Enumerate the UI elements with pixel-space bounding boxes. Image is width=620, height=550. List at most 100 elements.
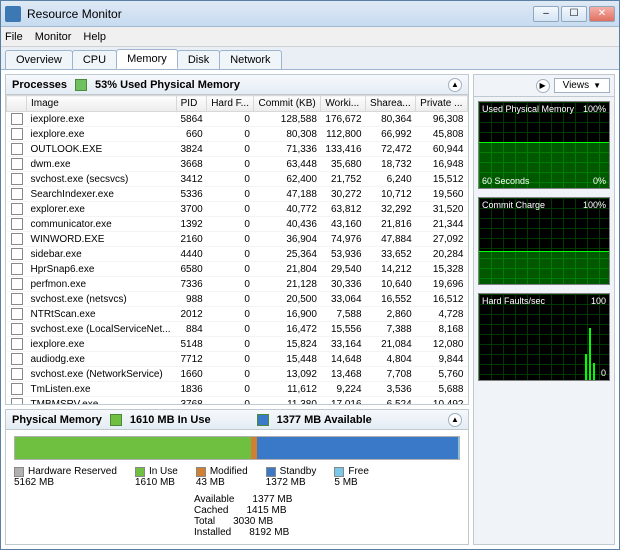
table-row[interactable]: svchost.exe (secsvcs)3412062,40021,7526,… (7, 172, 468, 187)
physmem-header[interactable]: Physical Memory 1610 MB In Use 1377 MB A… (6, 410, 468, 430)
app-icon (5, 6, 21, 22)
cell-private: 27,092 (416, 232, 468, 247)
col-image[interactable]: Image (27, 96, 177, 112)
cell-working: 21,752 (321, 172, 366, 187)
cell-image: HprSnap6.exe (27, 262, 177, 277)
row-checkbox[interactable] (7, 127, 27, 142)
row-checkbox[interactable] (7, 262, 27, 277)
menubar: File Monitor Help (1, 27, 619, 47)
table-row[interactable]: iexplore.exe58640128,588176,67280,36496,… (7, 112, 468, 127)
col-commit[interactable]: Commit (KB) (254, 96, 321, 112)
cell-image: iexplore.exe (27, 127, 177, 142)
cell-private: 8,168 (416, 322, 468, 337)
minimize-button[interactable]: – (533, 6, 559, 22)
cell-image: explorer.exe (27, 202, 177, 217)
cell-sharea: 6,524 (366, 397, 416, 405)
row-checkbox[interactable] (7, 397, 27, 405)
row-checkbox[interactable] (7, 292, 27, 307)
tab-network[interactable]: Network (219, 50, 281, 69)
table-row[interactable]: TMBMSRV.exe3768011,38017,0166,52410,492 (7, 397, 468, 405)
tab-cpu[interactable]: CPU (72, 50, 117, 69)
row-checkbox[interactable] (7, 172, 27, 187)
row-checkbox[interactable] (7, 382, 27, 397)
row-checkbox[interactable] (7, 112, 27, 127)
col-working[interactable]: Worki... (321, 96, 366, 112)
collapse-icon[interactable]: ▲ (448, 78, 462, 92)
maximize-button[interactable]: ☐ (561, 6, 587, 22)
inuse-meter-icon (110, 414, 122, 426)
row-checkbox[interactable] (7, 337, 27, 352)
row-checkbox[interactable] (7, 217, 27, 232)
stat-installed-l: Installed (194, 527, 231, 538)
cell-sharea: 21,084 (366, 337, 416, 352)
col-sharea[interactable]: Sharea... (366, 96, 416, 112)
tab-memory[interactable]: Memory (116, 49, 178, 69)
cell-commit: 62,400 (254, 172, 321, 187)
row-checkbox[interactable] (7, 232, 27, 247)
menu-monitor[interactable]: Monitor (35, 31, 72, 43)
cell-hardf: 0 (207, 277, 254, 292)
table-row[interactable]: HprSnap6.exe6580021,80429,54014,21215,32… (7, 262, 468, 277)
menu-help[interactable]: Help (83, 31, 106, 43)
cell-sharea: 72,472 (366, 142, 416, 157)
close-button[interactable]: ✕ (589, 6, 615, 22)
cell-commit: 11,612 (254, 382, 321, 397)
row-checkbox[interactable] (7, 157, 27, 172)
cell-hardf: 0 (207, 322, 254, 337)
table-row[interactable]: iexplore.exe5148015,82433,16421,08412,08… (7, 337, 468, 352)
stat-cached-v: 1415 MB (246, 505, 286, 516)
sidebar-collapse-icon[interactable]: ▶ (536, 79, 550, 93)
row-checkbox[interactable] (7, 247, 27, 262)
cell-pid: 2012 (176, 307, 207, 322)
table-row[interactable]: dwm.exe3668063,44835,68018,73216,948 (7, 157, 468, 172)
table-row[interactable]: communicator.exe1392040,43643,16021,8162… (7, 217, 468, 232)
tab-overview[interactable]: Overview (5, 50, 73, 69)
graph3-tr: 100 (591, 296, 606, 306)
table-row[interactable]: sidebar.exe4440025,36453,93633,65220,284 (7, 247, 468, 262)
processes-table-scroll[interactable]: Image PID Hard F... Commit (KB) Worki...… (6, 95, 468, 404)
processes-header[interactable]: Processes 53% Used Physical Memory ▲ (6, 75, 468, 95)
collapse-icon[interactable]: ▲ (448, 413, 462, 427)
cell-hardf: 0 (207, 367, 254, 382)
row-checkbox[interactable] (7, 187, 27, 202)
table-row[interactable]: explorer.exe3700040,77263,81232,29231,52… (7, 202, 468, 217)
table-row[interactable]: svchost.exe (NetworkService)1660013,0921… (7, 367, 468, 382)
table-row[interactable]: SearchIndexer.exe5336047,18830,27210,712… (7, 187, 468, 202)
legend-inuse-val: 1610 MB (135, 477, 178, 488)
col-pid[interactable]: PID (176, 96, 207, 112)
cell-working: 53,936 (321, 247, 366, 262)
cell-working: 35,680 (321, 157, 366, 172)
cell-sharea: 47,884 (366, 232, 416, 247)
graph2-title: Commit Charge (482, 200, 545, 210)
col-private[interactable]: Private ... (416, 96, 468, 112)
table-row[interactable]: svchost.exe (LocalServiceNet...884016,47… (7, 322, 468, 337)
row-checkbox[interactable] (7, 307, 27, 322)
row-checkbox[interactable] (7, 367, 27, 382)
table-row[interactable]: iexplore.exe660080,308112,80066,99245,80… (7, 127, 468, 142)
tab-disk[interactable]: Disk (177, 50, 220, 69)
row-checkbox[interactable] (7, 322, 27, 337)
row-checkbox[interactable] (7, 142, 27, 157)
menu-file[interactable]: File (5, 31, 23, 43)
table-row[interactable]: OUTLOOK.EXE3824071,336133,41672,47260,94… (7, 142, 468, 157)
row-checkbox[interactable] (7, 202, 27, 217)
table-row[interactable]: TmListen.exe1836011,6129,2243,5365,688 (7, 382, 468, 397)
table-row[interactable]: NTRtScan.exe2012016,9007,5882,8604,728 (7, 307, 468, 322)
memory-legend: Hardware Reserved5162 MB In Use1610 MB M… (14, 466, 460, 488)
table-row[interactable]: WINWORD.EXE2160036,90474,97647,88427,092 (7, 232, 468, 247)
cell-working: 33,164 (321, 337, 366, 352)
table-row[interactable]: svchost.exe (netsvcs)988020,50033,06416,… (7, 292, 468, 307)
cell-private: 12,080 (416, 337, 468, 352)
col-hardf[interactable]: Hard F... (207, 96, 254, 112)
cell-sharea: 2,860 (366, 307, 416, 322)
cell-commit: 128,588 (254, 112, 321, 127)
views-button[interactable]: Views▼ (554, 78, 610, 93)
row-checkbox[interactable] (7, 277, 27, 292)
titlebar[interactable]: Resource Monitor – ☐ ✕ (1, 1, 619, 27)
table-row[interactable]: audiodg.exe7712015,44814,6484,8049,844 (7, 352, 468, 367)
row-checkbox[interactable] (7, 352, 27, 367)
table-row[interactable]: perfmon.exe7336021,12830,33610,64019,696 (7, 277, 468, 292)
cell-sharea: 16,552 (366, 292, 416, 307)
cell-pid: 1392 (176, 217, 207, 232)
cell-hardf: 0 (207, 127, 254, 142)
